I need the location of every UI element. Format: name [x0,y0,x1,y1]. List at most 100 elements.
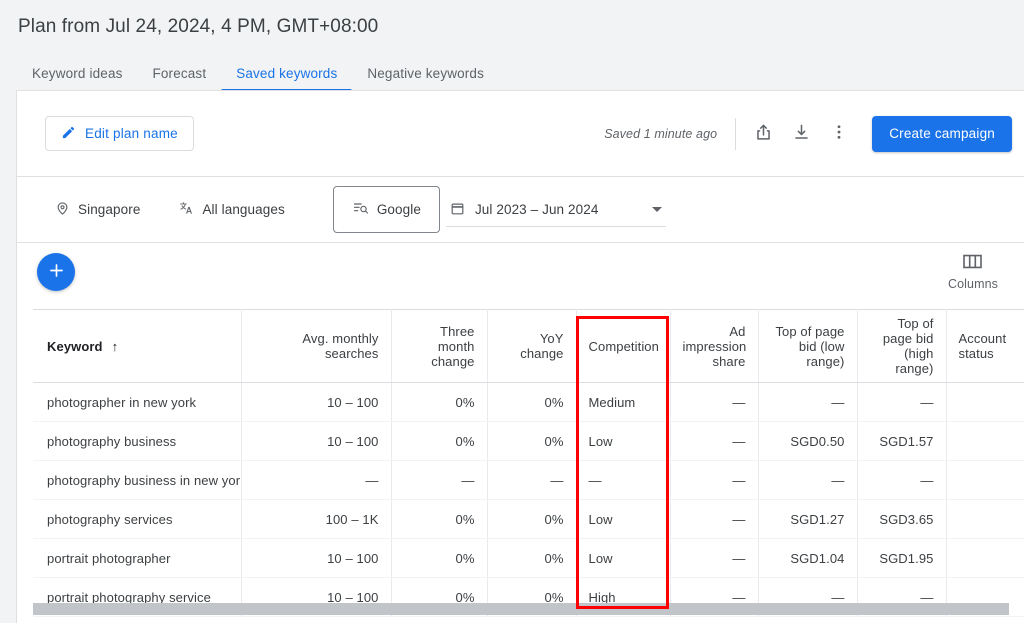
column-header-top-of-page-bid-high[interactable]: Top of page bid (high range) [857,310,946,383]
cell-keyword: photography services [33,500,241,539]
horizontal-scrollbar-thumb[interactable] [33,603,1009,615]
network-filter-label: Google [377,202,421,217]
location-pin-icon [55,201,70,219]
column-header-avg-monthly-searches[interactable]: Avg. monthly searches [241,310,391,383]
cell-ad-impression-share: — [670,500,758,539]
cell-top-of-page-bid-high: SGD3.65 [857,500,946,539]
table-row[interactable]: photography business10 – 1000%0%Low—SGD0… [33,422,1024,461]
cell-top-of-page-bid-low: — [758,461,857,500]
table-row[interactable]: portrait photographer10 – 1000%0%Low—SGD… [33,539,1024,578]
cell-three-month-change: 0% [391,539,487,578]
cell-competition: — [576,461,670,500]
plus-icon [47,261,66,283]
download-button[interactable] [782,115,820,153]
more-vertical-icon [830,123,848,144]
date-range-label: Jul 2023 – Jun 2024 [475,202,599,217]
add-keywords-button[interactable] [37,253,75,291]
more-options-button[interactable] [820,115,858,153]
pencil-icon [61,125,76,143]
cell-three-month-change: 0% [391,500,487,539]
calendar-icon [450,201,465,219]
table-row[interactable]: photography services100 – 1K0%0%Low—SGD1… [33,500,1024,539]
cell-top-of-page-bid-high: — [857,461,946,500]
cell-competition: Low [576,539,670,578]
cell-keyword: photography business [33,422,241,461]
cell-yoy-change: 0% [487,500,576,539]
tab-bar: Keyword ideas Forecast Saved keywords Ne… [0,54,1024,92]
cell-top-of-page-bid-low: SGD0.50 [758,422,857,461]
cell-competition: Medium [576,383,670,422]
plan-toolbar: Edit plan name Saved 1 minute ago [17,91,1024,177]
cell-yoy-change: — [487,461,576,500]
cell-yoy-change: 0% [487,422,576,461]
tab-label: Forecast [153,66,207,81]
language-filter[interactable]: All languages [168,192,294,227]
column-header-account-status[interactable]: Account status [946,310,1024,383]
saved-keywords-table: Keyword↑ Avg. monthly searches Three mon… [33,309,1024,617]
tab-forecast[interactable]: Forecast [138,66,222,92]
cell-yoy-change: 0% [487,539,576,578]
network-filter[interactable]: Google [333,186,440,233]
cell-account-status [946,500,1024,539]
translate-icon [178,200,194,219]
cell-account-status [946,461,1024,500]
page-title: Plan from Jul 24, 2024, 4 PM, GMT+08:00 [0,0,1024,40]
column-header-label: Keyword [47,339,103,354]
cell-yoy-change: 0% [487,383,576,422]
table-row[interactable]: photographer in new york10 – 1000%0%Medi… [33,383,1024,422]
edit-plan-name-button[interactable]: Edit plan name [45,116,194,151]
saved-status: Saved 1 minute ago [604,127,717,141]
table-header-row: Keyword↑ Avg. monthly searches Three mon… [33,310,1024,383]
tab-label: Saved keywords [236,66,337,81]
cell-top-of-page-bid-high: — [857,383,946,422]
column-header-top-of-page-bid-low[interactable]: Top of page bid (low range) [758,310,857,383]
table-body: photographer in new york10 – 1000%0%Medi… [33,383,1024,617]
tab-label: Keyword ideas [32,66,123,81]
tab-negative-keywords[interactable]: Negative keywords [352,66,499,92]
column-header-competition[interactable]: Competition [576,310,670,383]
location-filter-label: Singapore [78,202,140,217]
cell-competition: Low [576,500,670,539]
location-filter[interactable]: Singapore [45,193,150,227]
cell-avg-monthly-searches: 100 – 1K [241,500,391,539]
horizontal-scrollbar[interactable] [33,603,1009,615]
download-icon [792,123,811,145]
cell-three-month-change: 0% [391,422,487,461]
cell-top-of-page-bid-low: — [758,383,857,422]
cell-competition: Low [576,422,670,461]
keywords-table-wrap: Keyword↑ Avg. monthly searches Three mon… [17,309,1024,617]
cell-account-status [946,539,1024,578]
cell-keyword: photographer in new york [33,383,241,422]
cell-avg-monthly-searches: 10 – 100 [241,539,391,578]
cell-ad-impression-share: — [670,383,758,422]
cell-avg-monthly-searches: 10 – 100 [241,422,391,461]
table-action-row: Columns [17,243,1024,309]
column-header-ad-impression-share[interactable]: Ad impression share [670,310,758,383]
toolbar-divider [735,118,736,150]
plan-card: Edit plan name Saved 1 minute ago [16,90,1024,623]
date-range-filter[interactable]: Jul 2023 – Jun 2024 [446,193,667,227]
cell-top-of-page-bid-high: SGD1.57 [857,422,946,461]
cell-ad-impression-share: — [670,539,758,578]
filter-bar: Singapore All languages Google [17,177,1024,243]
column-header-yoy-change[interactable]: YoY change [487,310,576,383]
edit-plan-name-label: Edit plan name [85,126,178,141]
column-header-three-month-change[interactable]: Three month change [391,310,487,383]
create-campaign-button[interactable]: Create campaign [872,116,1012,152]
cell-three-month-change: — [391,461,487,500]
columns-button[interactable]: Columns [940,249,1006,295]
tab-saved-keywords[interactable]: Saved keywords [221,66,352,92]
tab-label: Negative keywords [367,66,484,81]
cell-top-of-page-bid-low: SGD1.04 [758,539,857,578]
columns-label: Columns [948,277,998,291]
cell-account-status [946,383,1024,422]
tab-keyword-ideas[interactable]: Keyword ideas [18,66,138,92]
columns-icon [962,253,983,273]
language-filter-label: All languages [202,202,284,217]
share-button[interactable] [744,115,782,153]
cell-keyword: portrait photographer [33,539,241,578]
cell-keyword: photography business in new york [33,461,241,500]
cell-avg-monthly-searches: — [241,461,391,500]
column-header-keyword[interactable]: Keyword↑ [33,310,241,383]
table-row[interactable]: photography business in new york——————— [33,461,1024,500]
